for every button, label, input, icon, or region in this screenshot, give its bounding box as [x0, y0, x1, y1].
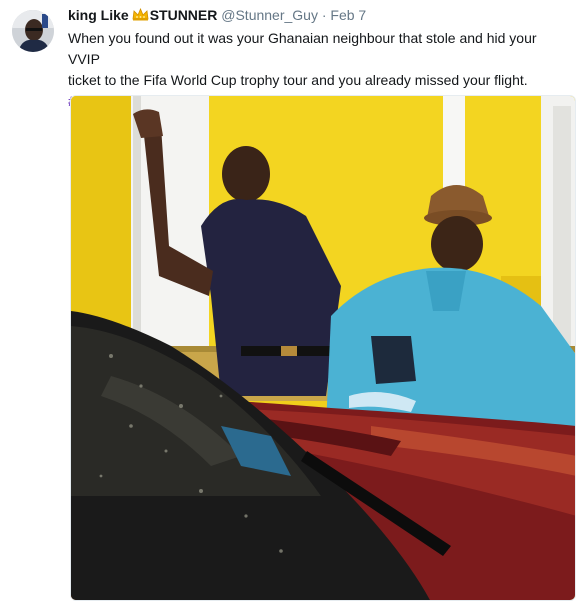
user-handle[interactable]: @Stunner_Guy [221, 7, 318, 23]
tweet-timestamp[interactable]: Feb 7 [330, 7, 366, 23]
display-name-text: king Like [68, 7, 129, 23]
display-name-suffix: STUNNER [149, 7, 218, 23]
header-separator: · [321, 7, 327, 23]
tweet-card: king Like STUNNER @Stunner_Guy · Feb 7 Wh… [0, 0, 587, 607]
tweet-photo[interactable] [70, 95, 576, 601]
crown-emoji-icon [132, 7, 149, 26]
user-avatar[interactable] [12, 10, 54, 52]
display-name[interactable]: king Like STUNNER [68, 7, 217, 23]
tweet-text-line-2: ticket to the Fifa World Cup trophy tour… [68, 72, 528, 88]
avatar-image [12, 10, 54, 52]
tweet-header: king Like STUNNER @Stunner_Guy · Feb 7 [68, 6, 578, 26]
photo-image [71, 96, 575, 600]
tweet-text-line-1: When you found out it was your Ghanaian … [68, 30, 537, 67]
